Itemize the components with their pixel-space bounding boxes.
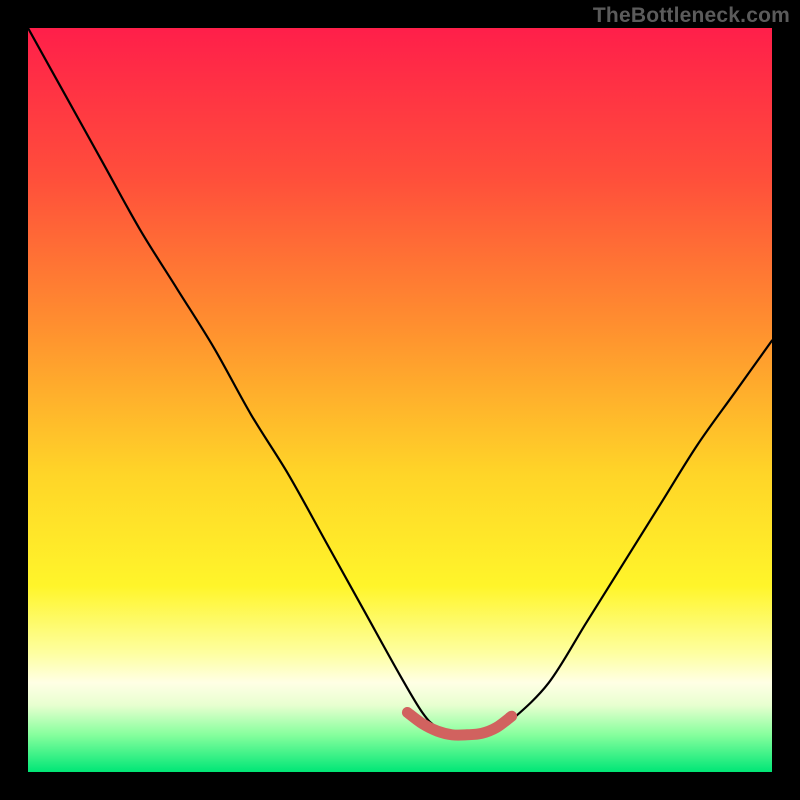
bottom-segment [407, 712, 511, 735]
attribution-text: TheBottleneck.com [593, 4, 790, 28]
curve-layer [28, 28, 772, 772]
chart-frame: TheBottleneck.com [0, 0, 800, 800]
plot-area [28, 28, 772, 772]
bottleneck-curve [28, 28, 772, 736]
